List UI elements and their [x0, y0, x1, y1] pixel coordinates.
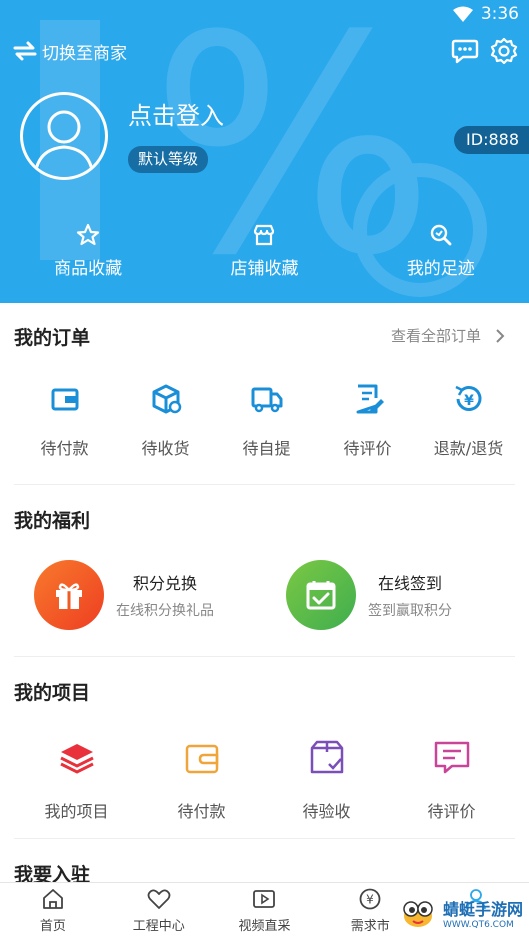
order-pending-receipt[interactable]: 待收货 — [115, 382, 216, 459]
level-badge: 默认等级 — [128, 146, 209, 173]
chevron-right-icon — [496, 328, 505, 343]
project-pending-acceptance[interactable]: 待验收 — [264, 738, 389, 822]
watermark-url: WWW.QT6.COM — [442, 920, 514, 930]
wallet-icon — [51, 388, 78, 411]
benefit-title: 积分兑换 — [132, 574, 197, 593]
project-label: 待验收 — [302, 802, 351, 821]
calendar-check-icon — [286, 560, 356, 630]
view-all-orders-link[interactable]: 查看全部订单 — [391, 325, 507, 346]
benefit-subtitle: 签到赢取积分 — [368, 603, 452, 619]
order-pending-review[interactable]: 待评价 — [317, 382, 418, 459]
order-self-pickup[interactable]: 待自提 — [216, 382, 317, 459]
project-my-projects[interactable]: 我的项目 — [14, 738, 139, 822]
edit-icon — [356, 384, 384, 414]
layers-icon — [59, 744, 94, 774]
order-pending-payment[interactable]: 待付款 — [14, 382, 115, 459]
fav-label: 店铺收藏 — [230, 259, 299, 279]
store-icon — [254, 224, 275, 246]
watermark: 蜻蜓手游网 WWW.QT6.COM — [397, 896, 523, 930]
my-footprint-button[interactable]: 我的足迹 — [353, 222, 529, 282]
orders-section-title: 我的订单 — [14, 327, 91, 349]
order-label: 待付款 — [40, 439, 89, 458]
yuan-icon: ¥ — [359, 888, 381, 910]
wifi-icon — [453, 6, 473, 22]
project-pending-review[interactable]: 待评价 — [389, 738, 514, 822]
order-refund[interactable]: ¥ 退款/退货 — [418, 382, 519, 459]
switch-label: 切换至商家 — [42, 43, 127, 64]
nav-engineering-center[interactable]: 工程中心 — [106, 883, 212, 940]
refund-icon: ¥ — [454, 385, 481, 411]
store-favorites-button[interactable]: 店铺收藏 — [176, 222, 352, 282]
benefit-title: 在线签到 — [377, 574, 442, 593]
comment-icon — [434, 741, 469, 774]
view-all-label: 查看全部订单 — [390, 327, 481, 345]
star-icon — [77, 223, 100, 246]
nav-video-purchase[interactable]: 视频直采 — [212, 883, 318, 940]
profile-header: % 3:36 切换至商家 点击登入 默认等级 ID:888 商品收藏 店铺收藏 … — [0, 0, 529, 303]
avatar[interactable] — [20, 92, 108, 180]
benefits-section-title: 我的福利 — [14, 510, 91, 532]
benefit-subtitle: 在线积分换礼品 — [116, 603, 214, 619]
product-favorites-button[interactable]: 商品收藏 — [0, 222, 176, 282]
project-label: 我的项目 — [44, 802, 109, 821]
favorites-row: 商品收藏 店铺收藏 我的足迹 — [0, 222, 529, 282]
project-pending-payment[interactable]: 待付款 — [139, 738, 264, 822]
status-bar: 3:36 — [0, 0, 529, 30]
order-label: 退款/退货 — [433, 439, 504, 458]
login-prompt[interactable]: 点击登入 — [128, 96, 224, 131]
nav-label: 需求市 — [350, 919, 390, 934]
project-label: 待评价 — [427, 802, 476, 821]
truck-icon — [251, 387, 282, 413]
projects-section-title: 我的项目 — [14, 682, 91, 704]
user-id-tag: ID:888 — [454, 126, 529, 154]
switch-to-merchant-button[interactable]: 切换至商家 — [12, 38, 127, 64]
watermark-title: 蜻蜓手游网 — [442, 900, 523, 919]
switch-icon — [13, 41, 37, 61]
order-status-row: 待付款 待收货 待自提 待评价 ¥ 退款/退货 — [0, 382, 529, 459]
wallet-icon — [185, 744, 218, 774]
project-label: 待付款 — [177, 802, 226, 821]
status-time: 3:36 — [480, 4, 519, 24]
package-icon — [152, 384, 181, 414]
box-check-icon — [310, 740, 343, 774]
gift-icon — [34, 560, 104, 630]
order-label: 待收货 — [141, 439, 190, 458]
divider — [14, 484, 515, 485]
points-exchange-card[interactable]: 积分兑换 在线积分换礼品 — [34, 560, 214, 630]
fav-label: 我的足迹 — [406, 259, 475, 279]
default-avatar-icon — [33, 110, 95, 177]
nav-label: 工程中心 — [132, 919, 185, 934]
online-checkin-card[interactable]: 在线签到 签到赢取积分 — [286, 560, 452, 630]
nav-label: 首页 — [39, 919, 66, 934]
footprint-icon — [430, 224, 452, 246]
nav-home[interactable]: 首页 — [0, 883, 106, 940]
heart-icon — [147, 889, 171, 909]
dragonfly-logo-icon — [403, 901, 433, 927]
message-icon[interactable] — [451, 38, 479, 64]
order-label: 待评价 — [343, 439, 392, 458]
fav-label: 商品收藏 — [54, 259, 123, 279]
project-status-row: 我的项目 待付款 待验收 待评价 — [0, 738, 529, 822]
order-label: 待自提 — [242, 439, 291, 458]
settings-gear-icon[interactable] — [490, 37, 518, 65]
divider — [14, 838, 515, 839]
nav-label: 视频直采 — [238, 919, 291, 934]
divider — [14, 656, 515, 657]
svg-text:¥: ¥ — [366, 893, 374, 907]
svg-text:¥: ¥ — [464, 393, 474, 409]
home-icon — [42, 889, 63, 909]
video-icon — [253, 890, 276, 908]
